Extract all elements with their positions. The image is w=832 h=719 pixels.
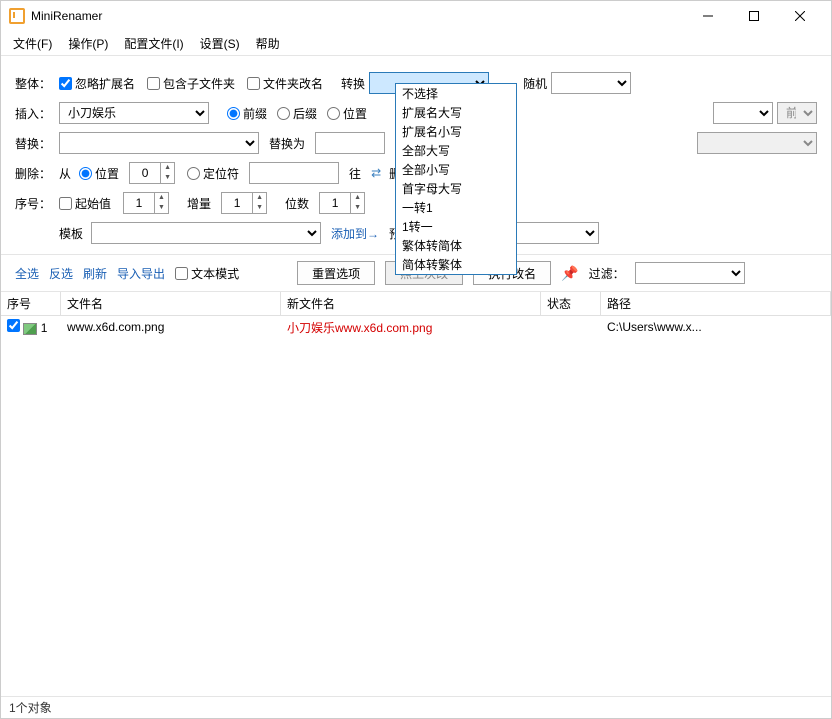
dropdown-option[interactable]: 简体转繁体 bbox=[396, 255, 516, 274]
dropdown-option[interactable]: 繁体转简体 bbox=[396, 236, 516, 255]
menu-settings[interactable]: 设置(S) bbox=[192, 33, 248, 54]
select-insert-ext[interactable] bbox=[713, 102, 773, 124]
table-header: 序号 文件名 新文件名 状态 路径 bbox=[1, 292, 831, 316]
arrow-icon: ⇄ bbox=[371, 166, 381, 180]
dropdown-option[interactable]: 首字母大写 bbox=[396, 179, 516, 198]
chk-start[interactable]: 起始值 bbox=[59, 195, 111, 212]
dropdown-option[interactable]: 扩展名大写 bbox=[396, 103, 516, 122]
dropdown-option[interactable]: 一转1 bbox=[396, 198, 516, 217]
menu-operate[interactable]: 操作(P) bbox=[60, 33, 116, 54]
dropdown-option[interactable]: 扩展名小写 bbox=[396, 122, 516, 141]
label-go: 往 bbox=[349, 165, 361, 182]
label-insert: 插入： bbox=[15, 105, 55, 122]
col-path[interactable]: 路径 bbox=[601, 292, 831, 315]
statusbar: 1个对象 bbox=[1, 696, 831, 718]
select-front[interactable]: 前 bbox=[777, 102, 817, 124]
link-invert-sel[interactable]: 反选 bbox=[49, 265, 73, 282]
window-title: MiniRenamer bbox=[31, 9, 685, 23]
select-insert-text[interactable]: 小刀娱乐 bbox=[59, 102, 209, 124]
chk-folder-rename[interactable]: 文件夹改名 bbox=[247, 75, 323, 92]
num-inc[interactable]: ▲▼ bbox=[221, 192, 267, 214]
dropdown-option[interactable]: 全部小写 bbox=[396, 160, 516, 179]
link-select-all[interactable]: 全选 bbox=[15, 265, 39, 282]
file-table: 序号 文件名 新文件名 状态 路径 1 www.x6d.com.png 小刀娱乐… bbox=[1, 292, 831, 682]
menu-file[interactable]: 文件(F) bbox=[5, 33, 60, 54]
col-newname[interactable]: 新文件名 bbox=[281, 292, 541, 315]
label-seq: 序号： bbox=[15, 195, 55, 212]
dropdown-option[interactable]: 1转一 bbox=[396, 217, 516, 236]
pin-icon[interactable]: 📌 bbox=[561, 265, 578, 282]
dropdown-option[interactable]: 不选择 bbox=[396, 84, 516, 103]
chk-ignore-ext[interactable]: 忽略扩展名 bbox=[59, 75, 135, 92]
maximize-button[interactable] bbox=[731, 1, 777, 31]
rad-del-locator[interactable]: 定位符 bbox=[187, 165, 239, 182]
row-check[interactable] bbox=[7, 319, 20, 332]
label-whole: 整体： bbox=[15, 75, 55, 92]
select-replace-from[interactable] bbox=[59, 132, 259, 154]
num-start[interactable]: ▲▼ bbox=[123, 192, 169, 214]
menu-help[interactable]: 帮助 bbox=[248, 33, 288, 54]
cell-newname: 小刀娱乐www.x6d.com.png bbox=[281, 319, 541, 336]
link-import-export[interactable]: 导入导出 bbox=[117, 265, 165, 282]
menubar: 文件(F) 操作(P) 配置文件(I) 设置(S) 帮助 bbox=[1, 31, 831, 55]
input-locator[interactable] bbox=[249, 162, 339, 184]
label-replace-to: 替换为 bbox=[269, 135, 305, 152]
select-random[interactable] bbox=[551, 72, 631, 94]
num-del-pos[interactable]: ▲▼ bbox=[129, 162, 175, 184]
rad-del-pos[interactable]: 位置 bbox=[79, 165, 119, 182]
rad-suffix[interactable]: 后缀 bbox=[277, 105, 317, 122]
close-button[interactable] bbox=[777, 1, 823, 31]
label-filter: 过滤： bbox=[589, 265, 625, 282]
label-template: 模板 bbox=[59, 225, 83, 242]
label-digits: 位数 bbox=[285, 195, 309, 212]
label-random: 随机 bbox=[523, 75, 547, 92]
link-refresh[interactable]: 刷新 bbox=[83, 265, 107, 282]
rad-prefix[interactable]: 前缀 bbox=[227, 105, 267, 122]
link-addto[interactable]: 添加到→ bbox=[331, 225, 379, 242]
dropdown-option[interactable]: 全部大写 bbox=[396, 141, 516, 160]
status-text: 1个对象 bbox=[9, 701, 52, 715]
label-replace: 替换： bbox=[15, 135, 55, 152]
label-from: 从 bbox=[59, 165, 71, 182]
btn-reset[interactable]: 重置选项 bbox=[297, 261, 375, 285]
select-replace-mode[interactable] bbox=[697, 132, 817, 154]
app-icon bbox=[9, 8, 25, 24]
label-inc: 增量 bbox=[187, 195, 211, 212]
minimize-button[interactable] bbox=[685, 1, 731, 31]
col-name[interactable]: 文件名 bbox=[61, 292, 281, 315]
num-digits[interactable]: ▲▼ bbox=[319, 192, 365, 214]
label-convert: 转换 bbox=[341, 75, 365, 92]
select-filter[interactable] bbox=[635, 262, 745, 284]
select-template[interactable] bbox=[91, 222, 321, 244]
chk-include-sub[interactable]: 包含子文件夹 bbox=[147, 75, 235, 92]
cell-path: C:\Users\www.x... bbox=[601, 320, 831, 334]
input-replace-to[interactable] bbox=[315, 132, 385, 154]
rad-position[interactable]: 位置 bbox=[327, 105, 367, 122]
titlebar: MiniRenamer bbox=[1, 1, 831, 31]
label-delete: 删除： bbox=[15, 165, 55, 182]
image-file-icon bbox=[23, 323, 37, 335]
col-status[interactable]: 状态 bbox=[541, 292, 601, 315]
table-row[interactable]: 1 www.x6d.com.png 小刀娱乐www.x6d.com.png C:… bbox=[1, 316, 831, 338]
col-idx[interactable]: 序号 bbox=[1, 292, 61, 315]
menu-config[interactable]: 配置文件(I) bbox=[116, 33, 191, 54]
convert-dropdown[interactable]: 不选择扩展名大写扩展名小写全部大写全部小写首字母大写一转11转一繁体转简体简体转… bbox=[395, 83, 517, 275]
cell-name: www.x6d.com.png bbox=[61, 320, 281, 334]
chk-text-mode[interactable]: 文本模式 bbox=[175, 265, 239, 282]
